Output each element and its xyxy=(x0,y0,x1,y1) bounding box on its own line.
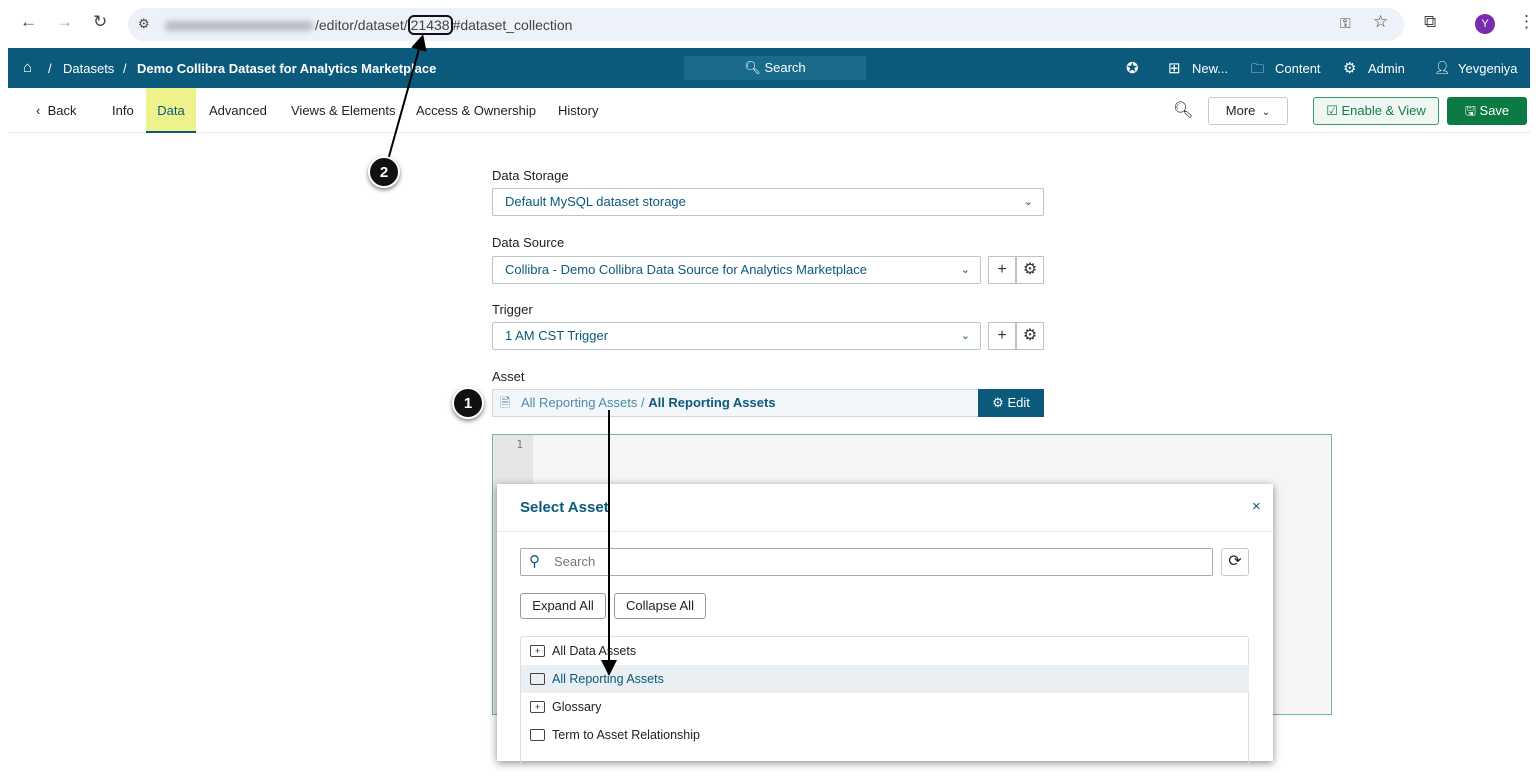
annotation-badge-1: 1 xyxy=(452,387,484,419)
annotation-arrows xyxy=(387,34,617,676)
annotation-badge-2: 2 xyxy=(368,156,400,188)
annotation-arrow-2 xyxy=(387,34,427,161)
